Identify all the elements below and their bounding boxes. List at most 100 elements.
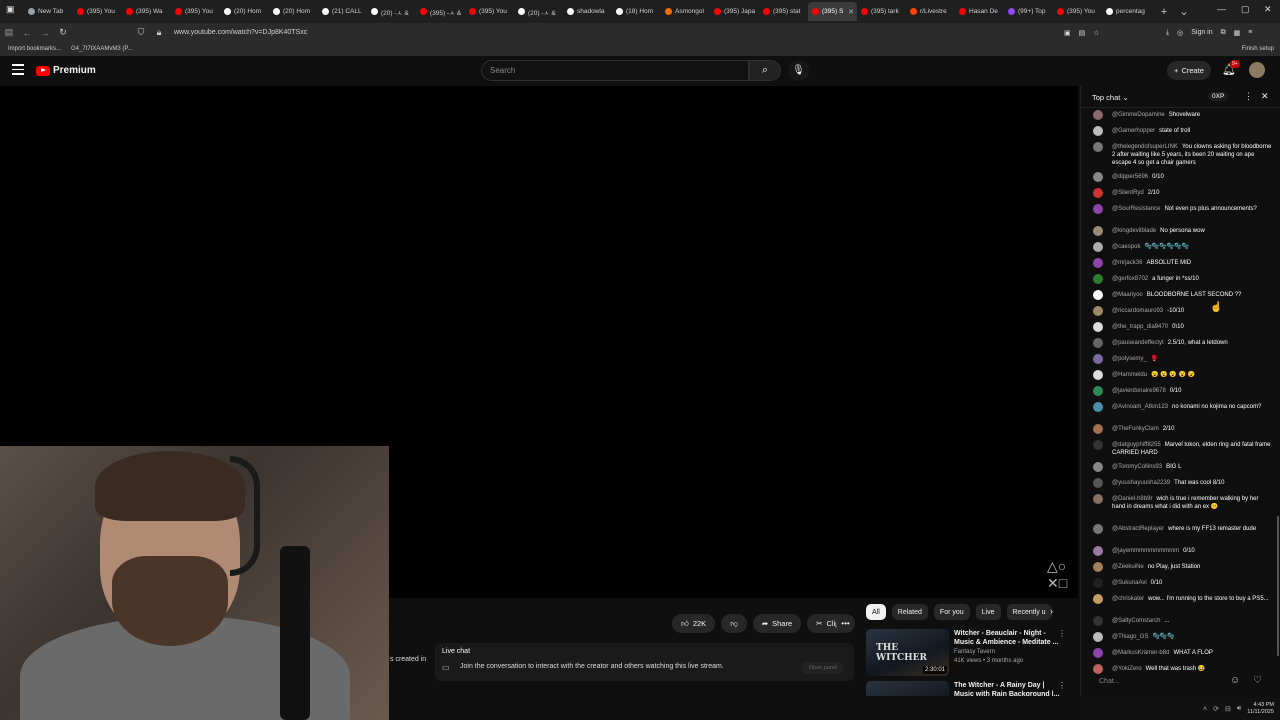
message-author[interactable]: @Maariyoo [1112, 292, 1143, 298]
tray-chevron-icon[interactable]: ˄ [1203, 706, 1207, 713]
avatar[interactable] [1093, 594, 1103, 604]
close-window-button[interactable]: ✕ [1264, 4, 1272, 15]
avatar[interactable] [1093, 462, 1103, 472]
message-author[interactable]: @ZeekuiNe [1112, 564, 1144, 570]
avatar[interactable] [1093, 664, 1103, 674]
hamburger-menu-icon[interactable] [12, 64, 24, 75]
browser-tab[interactable]: (20) Hom [269, 2, 318, 21]
reader-icon[interactable]: ▤ [1079, 29, 1086, 37]
more-options-icon[interactable]: ⋮ [1058, 681, 1066, 690]
avatar[interactable] [1249, 62, 1265, 78]
avatar[interactable] [1093, 226, 1103, 236]
account-icon[interactable]: ◎ [1177, 29, 1183, 37]
browser-tab[interactable]: r/Livestre [906, 2, 955, 21]
bookmark-star-icon[interactable]: ☆ [1093, 29, 1099, 37]
avatar[interactable] [1093, 290, 1103, 300]
filter-chip[interactable]: Recently u [1006, 604, 1052, 620]
minimize-button[interactable]: — [1217, 4, 1226, 14]
avatar[interactable] [1093, 306, 1103, 316]
bookmark-item[interactable]: G4_7t7tXAAMvM3 (P... [71, 46, 133, 52]
message-author[interactable]: @SourResistance [1112, 206, 1160, 212]
top-chat-dropdown[interactable]: Top chat ⌄ [1092, 93, 1129, 102]
message-author[interactable]: @Hammeldu [1112, 372, 1147, 378]
avatar[interactable] [1093, 110, 1103, 120]
message-author[interactable]: @Gamerhopper [1112, 128, 1155, 134]
browser-tab[interactable]: New Tab [24, 2, 73, 21]
sync-icon[interactable]: ⟳ [1213, 705, 1219, 713]
avatar[interactable] [1093, 172, 1103, 182]
filter-chip[interactable]: For you [933, 604, 970, 620]
avatar[interactable] [1093, 616, 1103, 626]
avatar[interactable] [1093, 126, 1103, 136]
channel-name[interactable]: Fantasy Tavern [954, 649, 995, 655]
browser-tab[interactable]: shadowla [563, 2, 612, 21]
finish-setup-link[interactable]: Finish setup [1242, 46, 1274, 52]
avatar[interactable] [1093, 524, 1103, 534]
avatar[interactable] [1093, 322, 1103, 332]
browser-tab[interactable]: (20) -ㅅ & [367, 2, 416, 21]
message-author[interactable]: @TheFunkyClam [1112, 426, 1159, 432]
avatar[interactable] [1093, 204, 1103, 214]
video-thumbnail[interactable] [866, 681, 949, 696]
browser-tab[interactable]: (99+) Top [1004, 2, 1053, 21]
profile-icon[interactable]: ▦ [1234, 29, 1241, 37]
xp-badge[interactable]: 0XP [1208, 92, 1229, 101]
message-author[interactable]: @SilentRyd [1112, 190, 1144, 196]
message-author[interactable]: @chriskater [1112, 596, 1144, 602]
message-author[interactable]: @datguyphiff8255 [1112, 442, 1161, 448]
pip-icon[interactable]: ▣ [1064, 29, 1071, 37]
filter-chip[interactable]: Related [891, 604, 928, 620]
message-author[interactable]: @SaltyComstarch [1112, 618, 1160, 624]
avatar[interactable] [1093, 338, 1103, 348]
reload-button[interactable]: ↻ [54, 27, 72, 38]
tab-actions-icon[interactable]: ▣ [6, 4, 15, 15]
browser-tab[interactable]: (395) You [73, 2, 122, 21]
chat-more-icon[interactable]: ⋮ [1244, 91, 1253, 102]
avatar[interactable] [1093, 578, 1103, 588]
avatar[interactable] [1093, 402, 1103, 412]
message-author[interactable]: @TommyCollins93 [1112, 464, 1162, 470]
bookmark-import[interactable]: Import bookmarks... [8, 46, 61, 52]
message-author[interactable]: @riccardomauro93 [1112, 308, 1163, 314]
avatar[interactable] [1093, 242, 1103, 252]
sidebar-toggle-icon[interactable]: ▤ [0, 27, 18, 38]
heart-icon[interactable]: ♡ [1253, 675, 1262, 686]
browser-tab[interactable]: (20) Hom [220, 2, 269, 21]
open-panel-button[interactable]: Open panel [802, 662, 844, 674]
voice-search-button[interactable]: 🎙︎ [788, 60, 809, 81]
message-author[interactable]: @caespok [1112, 244, 1140, 250]
recommendation-item[interactable]: The Witcher - A Rainy Day | Music with R… [866, 681, 1078, 696]
message-author[interactable]: @MarkusKrämer-b8d [1112, 650, 1169, 656]
message-author[interactable]: @kingdevilblade [1112, 228, 1156, 234]
browser-tab[interactable]: (18) Hom [612, 2, 661, 21]
volume-icon[interactable]: 🔊︎ [1237, 705, 1241, 713]
search-button[interactable]: ⌕ [749, 60, 781, 81]
search-input[interactable]: Search [481, 60, 749, 81]
browser-tab[interactable]: Asmongol [661, 2, 710, 21]
browser-tab[interactable]: (395) tark [857, 2, 906, 21]
avatar[interactable] [1093, 562, 1103, 572]
browser-tab[interactable]: percentag [1102, 2, 1151, 21]
browser-tab[interactable]: (395) You [171, 2, 220, 21]
message-author[interactable]: @javierdonaire9678 [1112, 388, 1166, 394]
extensions-icon[interactable]: ⧉ [1221, 29, 1226, 37]
close-icon[interactable]: ✕ [1261, 91, 1269, 102]
browser-tab[interactable]: (395) Japa [710, 2, 759, 21]
filter-chip[interactable]: Live [975, 604, 1001, 620]
emoji-icon[interactable]: ☺ [1230, 675, 1240, 686]
new-tab-button[interactable]: + [1157, 6, 1171, 18]
avatar[interactable] [1093, 632, 1103, 642]
message-author[interactable]: @SukunaAvi [1112, 580, 1147, 586]
message-author[interactable]: @YokiZero [1112, 666, 1142, 672]
tab-close-icon[interactable]: ✕ [848, 8, 857, 16]
avatar[interactable] [1093, 546, 1103, 556]
avatar[interactable] [1093, 648, 1103, 658]
message-author[interactable]: @GimmeDopamine [1112, 112, 1165, 118]
browser-menu-icon[interactable]: ≡ [1248, 29, 1252, 36]
message-author[interactable]: @AbstractReplayer [1112, 526, 1164, 532]
recommendation-item[interactable]: THE WITCHER 2:30:01 Witcher - Beauclair … [866, 629, 1078, 676]
message-author[interactable]: @dipper5696 [1112, 174, 1148, 180]
like-button[interactable]: 👍︎ 22K [672, 614, 716, 633]
avatar[interactable] [1093, 142, 1103, 152]
message-author[interactable]: @jayemmmmmmmmmm [1112, 548, 1179, 554]
